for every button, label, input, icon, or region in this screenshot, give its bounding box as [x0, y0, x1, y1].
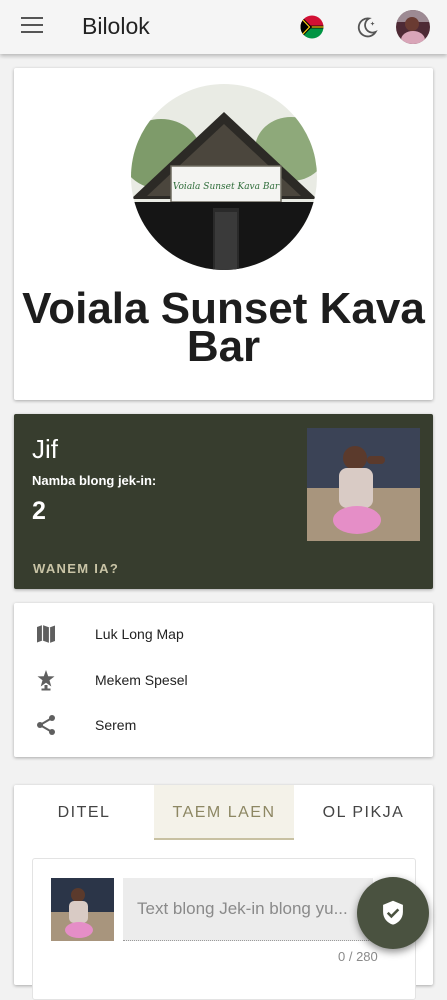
menu-icon[interactable] — [21, 17, 43, 35]
share-icon — [34, 713, 58, 737]
venue-sign-text: Voiala Sunset Kava Bar — [173, 182, 280, 192]
share-item[interactable]: Serem — [14, 703, 433, 747]
checkin-count-label: Namba blong jek-in: — [32, 473, 157, 488]
tab-details[interactable]: DITEL — [14, 785, 154, 840]
checkin-check-icon — [383, 900, 403, 925]
user-avatar[interactable] — [396, 10, 430, 44]
tab-timeline[interactable]: TAEM LAEN — [154, 785, 294, 840]
checkin-fab-button[interactable] — [357, 877, 429, 949]
checkin-text-input[interactable] — [123, 878, 373, 941]
checkin-title: Jif — [32, 434, 58, 464]
checkin-count: 2 — [32, 497, 46, 525]
venue-actions-card: Luk Long Map Mekem Spesel Serem — [14, 603, 433, 757]
dark-mode-moon-icon[interactable] — [355, 15, 379, 39]
what-is-this-link[interactable]: WANEM IA? — [33, 561, 119, 576]
top-app-bar: Bilolok — [0, 0, 447, 54]
make-featured-item[interactable]: Mekem Spesel — [14, 658, 433, 702]
venue-header-card: Voiala Sunset Kava Bar Voiala Sunset Kav… — [14, 68, 433, 400]
tab-photos[interactable]: OL PIKJA — [294, 785, 433, 840]
action-label-map: Luk Long Map — [95, 626, 184, 642]
checkin-user-photo[interactable] — [307, 428, 420, 541]
venue-photo: Voiala Sunset Kava Bar — [131, 84, 317, 270]
featured-star-icon — [34, 668, 58, 692]
map-icon — [34, 622, 58, 646]
app-title: Bilolok — [82, 13, 150, 39]
venue-name: Voiala Sunset Kava Bar — [22, 284, 425, 371]
action-label-share: Serem — [95, 717, 137, 733]
checkin-compose-box: 0 / 280 — [32, 858, 416, 1000]
character-counter: 0 / 280 — [338, 949, 378, 964]
view-on-map-item[interactable]: Luk Long Map — [14, 612, 433, 656]
compose-user-avatar — [51, 878, 114, 941]
action-label-featured: Mekem Spesel — [95, 672, 188, 688]
checkin-card: Jif Namba blong jek-in: 2 WANEM IA? — [14, 414, 433, 589]
vanuatu-flag-icon[interactable] — [300, 15, 324, 39]
